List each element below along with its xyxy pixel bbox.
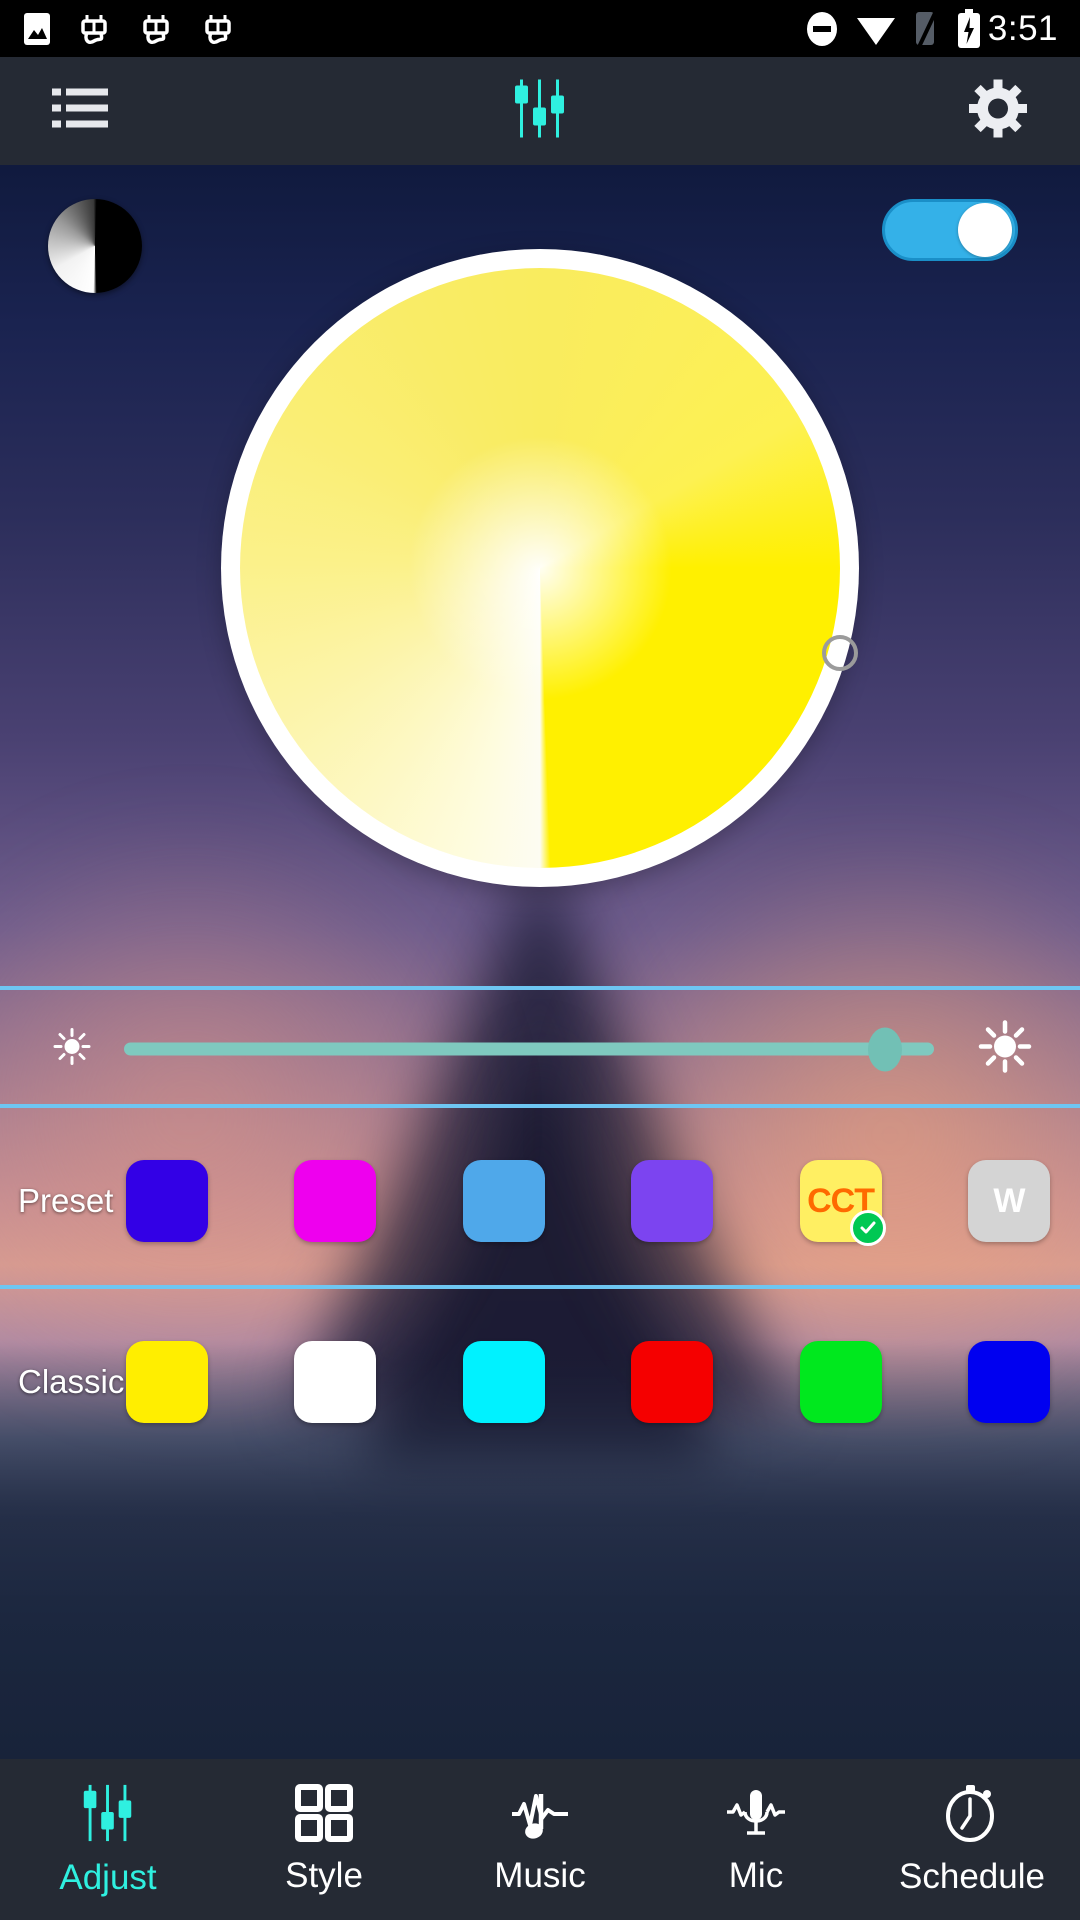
cct-color-wheel-gradient — [240, 268, 840, 868]
sliders-icon — [83, 1784, 132, 1841]
signal-off-icon — [915, 9, 938, 48]
app-bar — [0, 57, 1080, 165]
nav-label-mic: Mic — [728, 1855, 784, 1895]
classic-red[interactable] — [631, 1341, 714, 1423]
nav-item-schedule[interactable]: Schedule — [864, 1759, 1080, 1920]
preset-swatches: CCT W — [126, 1160, 1080, 1246]
nav-label-schedule: Schedule — [899, 1856, 1045, 1896]
classic-green[interactable] — [799, 1341, 882, 1423]
classic-swatches — [126, 1341, 1080, 1423]
bug-icon — [81, 14, 107, 44]
nav-item-style[interactable]: Style — [216, 1759, 432, 1920]
preset-light-blue[interactable] — [462, 1160, 545, 1242]
preset-white-label: W — [993, 1181, 1025, 1220]
classic-swatch-row: Classic — [0, 1289, 1080, 1475]
list-menu-icon[interactable] — [52, 85, 108, 138]
bottom-navigation-bar: Adjust Style Music Mic Schedule — [0, 1759, 1080, 1920]
grid-icon — [295, 1783, 353, 1842]
status-bar-clock: 3:51 — [987, 8, 1058, 48]
power-toggle[interactable] — [882, 199, 1018, 261]
nav-item-mic[interactable]: Mic — [648, 1759, 864, 1920]
nav-label-adjust: Adjust — [59, 1857, 157, 1897]
brightness-slider-track[interactable] — [124, 1027, 934, 1071]
main-content: Preset CCT W Classic — [0, 165, 1080, 1759]
image-icon — [24, 12, 50, 45]
sun-large-icon — [978, 1020, 1032, 1079]
cct-wheel-handle[interactable] — [822, 635, 858, 671]
stopwatch-icon — [946, 1784, 994, 1842]
preset-magenta[interactable] — [294, 1160, 377, 1242]
status-bar-right-icons — [805, 8, 982, 49]
classic-cyan[interactable] — [462, 1341, 545, 1423]
gear-icon[interactable] — [968, 79, 1028, 144]
nav-item-adjust[interactable]: Adjust — [0, 1759, 216, 1920]
brightness-slider-knob[interactable] — [868, 1027, 903, 1071]
wifi-icon — [856, 17, 895, 45]
nav-label-style: Style — [285, 1855, 363, 1895]
status-bar: 3:51 — [0, 0, 1080, 57]
selected-check-icon — [849, 1210, 886, 1246]
classic-yellow[interactable] — [126, 1341, 208, 1423]
preset-purple[interactable] — [631, 1160, 714, 1242]
nav-label-music: Music — [494, 1855, 586, 1895]
classic-blue[interactable] — [967, 1341, 1050, 1423]
preset-white[interactable]: W — [967, 1160, 1050, 1242]
preset-swatch-row: Preset CCT W — [0, 1108, 1080, 1294]
nav-item-music[interactable]: Music — [432, 1759, 648, 1920]
bug-icon — [205, 14, 231, 44]
do-not-disturb-icon — [806, 11, 837, 46]
classic-white[interactable] — [294, 1341, 377, 1423]
microphone-icon — [727, 1789, 785, 1835]
status-bar-left-icons — [22, 9, 238, 49]
brightness-slider-row — [0, 990, 1080, 1108]
classic-row-label: Classic — [18, 1363, 125, 1400]
bug-icon — [143, 14, 169, 44]
sun-small-icon — [52, 1027, 92, 1072]
music-note-icon — [512, 1793, 568, 1839]
battery-charging-icon — [957, 8, 980, 48]
power-toggle-knob — [958, 203, 1012, 257]
color-preview-bubble[interactable] — [48, 199, 142, 293]
sliders-icon[interactable] — [508, 78, 572, 145]
preset-blue-violet[interactable] — [126, 1160, 208, 1242]
cct-color-wheel[interactable] — [221, 249, 859, 887]
preset-cct[interactable]: CCT — [799, 1160, 886, 1246]
preset-row-label: Preset — [18, 1182, 114, 1219]
